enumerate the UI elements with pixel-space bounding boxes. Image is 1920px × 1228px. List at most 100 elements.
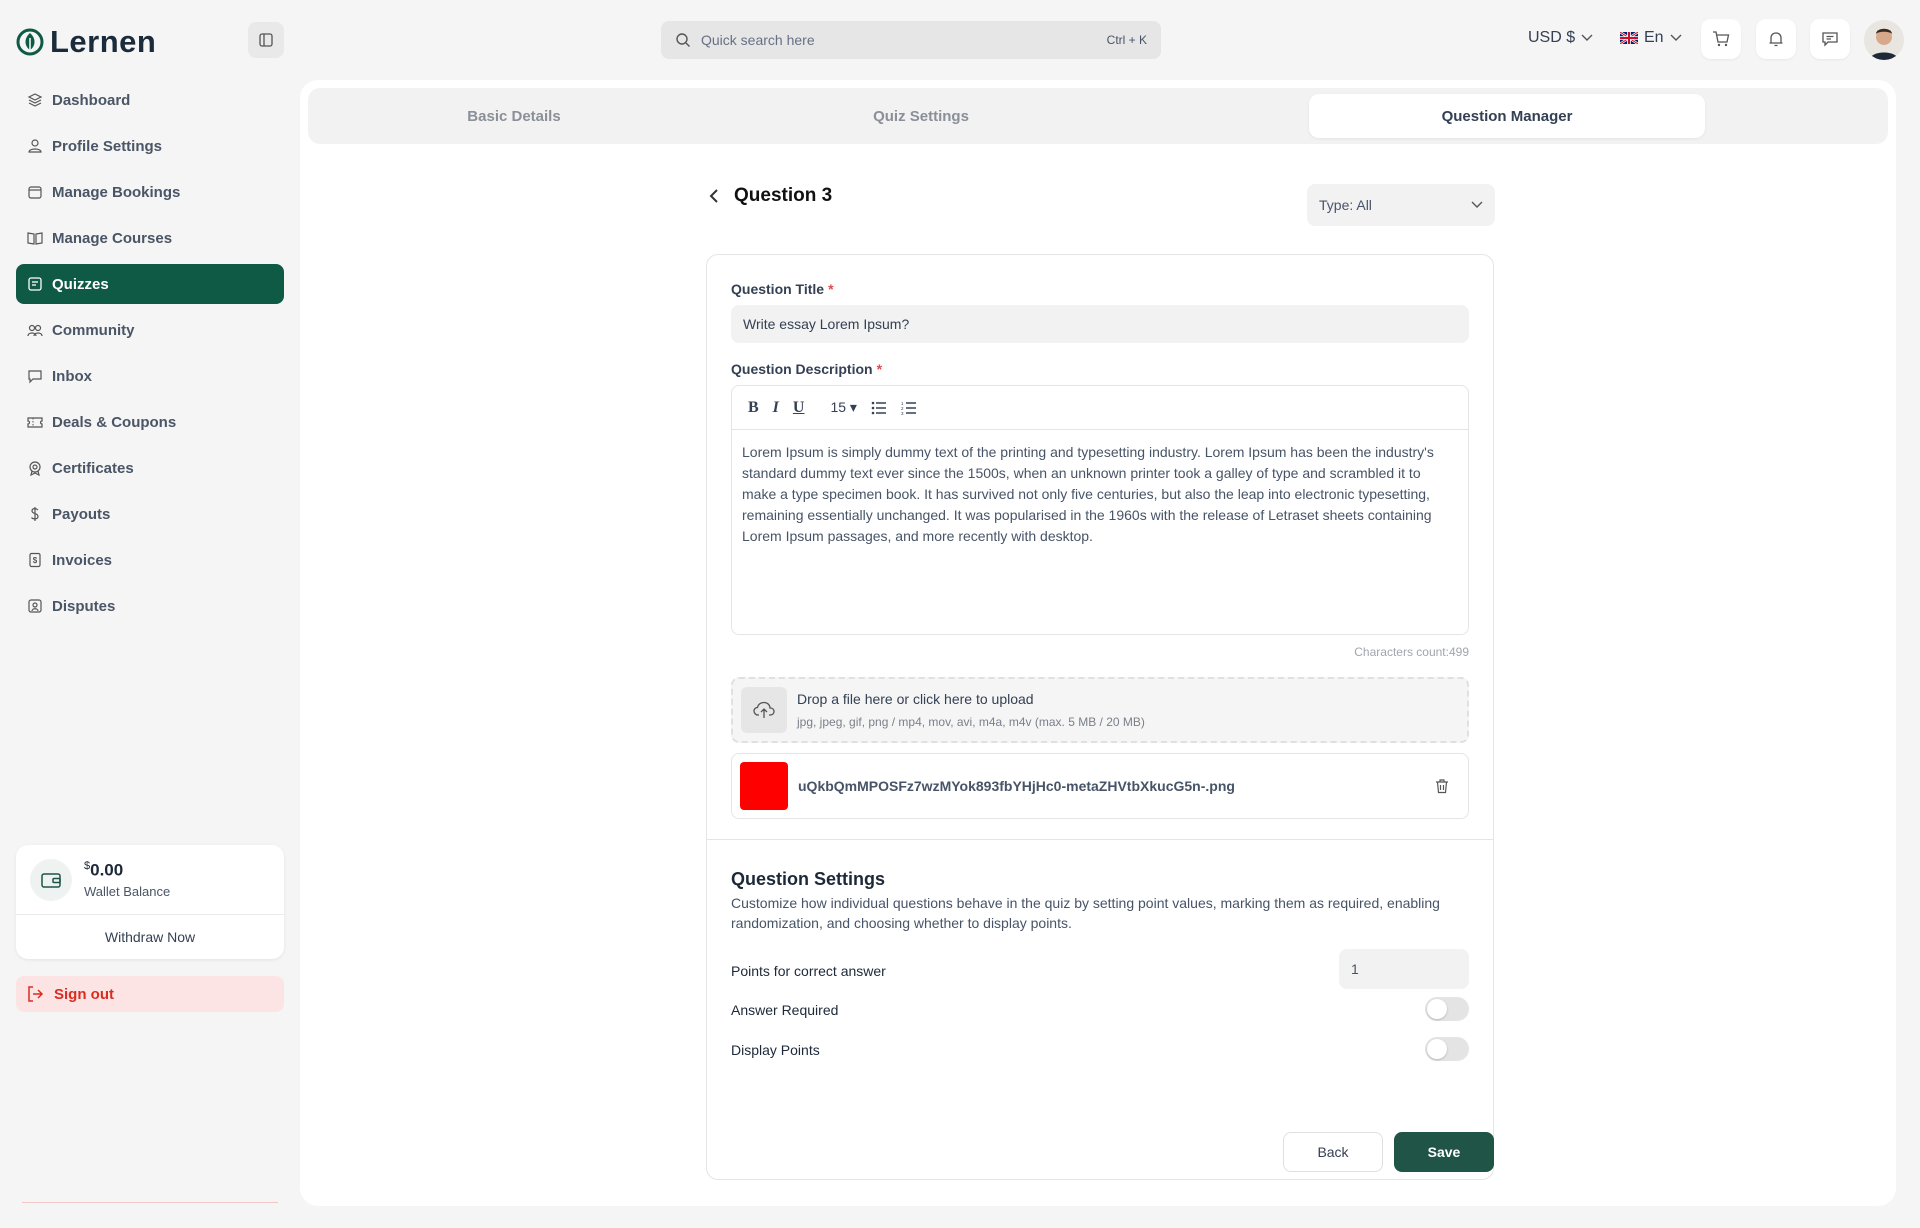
message-icon [1821, 30, 1839, 48]
notifications-button[interactable] [1756, 19, 1796, 59]
editor-toolbar: B I U 15 ▾ 123 [732, 386, 1468, 430]
wallet-amount: $0.00 [84, 860, 170, 881]
dispute-icon [26, 597, 44, 615]
sidebar-item-label: Inbox [52, 367, 92, 385]
svg-text:3: 3 [901, 411, 904, 415]
brand-logo[interactable]: Lernen [16, 24, 156, 60]
display-points-label: Display Points [731, 1042, 820, 1058]
upload-instructions: Drop a file here or click here to upload [797, 691, 1034, 707]
chevron-left-icon[interactable] [708, 188, 720, 204]
sign-out-label: Sign out [54, 985, 114, 1003]
sidebar-item-label: Dashboard [52, 91, 131, 109]
file-upload-dropzone[interactable]: Drop a file here or click here to upload… [731, 677, 1469, 743]
uploaded-file: uQkbQmMPOSFz7wzMYok893fbYHjHc0-metaZHVtb… [731, 753, 1469, 819]
cart-icon [1712, 30, 1730, 48]
bold-button[interactable]: B [748, 399, 759, 417]
sidebar-item-dashboard[interactable]: Dashboard [16, 80, 284, 120]
sidebar-item-label: Profile Settings [52, 137, 163, 155]
sidebar-item-label: Payouts [52, 505, 111, 523]
question-header: Question 3 [708, 185, 832, 207]
question-settings-description: Customize how individual questions behav… [731, 895, 1440, 931]
wallet-label: Wallet Balance [84, 883, 171, 899]
sidebar-item-label: Manage Bookings [52, 183, 181, 201]
user-icon [26, 137, 44, 155]
italic-button[interactable]: I [773, 399, 779, 417]
chevron-down-icon [1471, 201, 1483, 209]
sidebar-nav: Dashboard Profile Settings Manage Bookin… [16, 80, 284, 632]
sidebar-item-quizzes[interactable]: Quizzes [16, 264, 284, 304]
sidebar-item-profile-settings[interactable]: Profile Settings [16, 126, 284, 166]
certificate-icon [26, 459, 44, 477]
wallet-card: $0.00 Wallet Balance Withdraw Now [16, 845, 284, 959]
sidebar-item-inbox[interactable]: Inbox [16, 356, 284, 396]
sidebar-item-label: Certificates [52, 459, 134, 477]
sidebar-item-label: Quizzes [52, 275, 109, 293]
question-description-label-text: Question Description [731, 361, 873, 377]
currency-selector[interactable]: USD $ [1528, 29, 1593, 47]
font-size-select[interactable]: 15 ▾ [830, 399, 857, 416]
question-title-input[interactable]: Write essay Lorem Ipsum? [731, 305, 1469, 343]
sidebar-collapse-button[interactable] [248, 22, 284, 58]
sidebar: Lernen Dashboard Profile Settings Manage… [0, 0, 300, 1228]
sidebar-item-deals-coupons[interactable]: Deals & Coupons [16, 402, 284, 442]
dollar-icon [26, 505, 44, 523]
tab-question-manager[interactable]: Question Manager [1309, 94, 1705, 138]
description-textarea[interactable]: Lorem Ipsum is simply dummy text of the … [732, 430, 1468, 559]
bullet-list-icon[interactable] [871, 401, 887, 415]
language-selector[interactable]: En [1620, 29, 1682, 47]
type-filter-value: Type: All [1319, 197, 1372, 213]
wallet-amount-value: 0.00 [90, 860, 124, 880]
underline-button[interactable]: U [793, 399, 805, 417]
withdraw-now-button[interactable]: Withdraw Now [16, 915, 284, 958]
chevron-down-icon [1670, 34, 1682, 42]
layers-icon [26, 91, 44, 109]
chevron-down-icon [1581, 34, 1593, 42]
search-bar[interactable]: Quick search here Ctrl + K [661, 21, 1161, 59]
page-title: Question 3 [734, 185, 833, 206]
quiz-icon [26, 275, 44, 293]
sidebar-item-manage-bookings[interactable]: Manage Bookings [16, 172, 284, 212]
community-icon [26, 321, 44, 339]
question-settings-title: Question Settings [731, 869, 886, 889]
sidebar-item-disputes[interactable]: Disputes [16, 586, 284, 626]
upload-cloud-icon [741, 687, 787, 733]
sidebar-item-certificates[interactable]: Certificates [16, 448, 284, 488]
sidebar-item-payouts[interactable]: Payouts [16, 494, 284, 534]
sidebar-item-invoices[interactable]: $ Invoices [16, 540, 284, 580]
sidebar-item-label: Invoices [52, 551, 113, 569]
trash-icon[interactable] [1434, 778, 1450, 794]
user-avatar[interactable] [1864, 20, 1904, 60]
question-title-label-text: Question Title [731, 281, 825, 297]
invoice-icon: $ [26, 551, 44, 569]
type-filter-select[interactable]: Type: All [1307, 184, 1495, 226]
ticket-icon [26, 413, 44, 431]
tab-quiz-settings[interactable]: Quiz Settings [723, 94, 1119, 138]
required-marker: * [828, 281, 834, 297]
calendar-icon [26, 183, 44, 201]
points-input[interactable]: 1 [1339, 949, 1469, 989]
file-name: uQkbQmMPOSFz7wzMYok893fbYHjHc0-metaZHVtb… [798, 778, 1235, 794]
back-button[interactable]: Back [1283, 1132, 1383, 1172]
answer-required-toggle[interactable] [1425, 997, 1469, 1021]
save-button[interactable]: Save [1394, 1132, 1494, 1172]
sign-out-button[interactable]: Sign out [16, 976, 284, 1012]
svg-text:$: $ [33, 556, 38, 565]
display-points-toggle[interactable] [1425, 1037, 1469, 1061]
sidebar-item-manage-courses[interactable]: Manage Courses [16, 218, 284, 258]
tab-basic-details[interactable]: Basic Details [316, 94, 712, 138]
wallet-summary: $0.00 Wallet Balance [16, 845, 284, 915]
messages-button[interactable] [1810, 19, 1850, 59]
quiz-tabs: Basic Details Quiz Settings Question Man… [308, 88, 1888, 144]
sidebar-item-label: Manage Courses [52, 229, 173, 247]
font-size-value: 15 [830, 399, 847, 415]
language-value: En [1644, 29, 1664, 46]
search-input[interactable]: Quick search here [701, 32, 1097, 48]
sidebar-bottom-divider [22, 1202, 278, 1203]
cart-button[interactable] [1701, 19, 1741, 59]
question-title-label: Question Title * [731, 281, 834, 297]
sidebar-item-community[interactable]: Community [16, 310, 284, 350]
section-divider [707, 839, 1493, 840]
points-label: Points for correct answer [731, 963, 886, 979]
numbered-list-icon[interactable]: 123 [901, 401, 917, 415]
wallet-icon [30, 858, 72, 901]
